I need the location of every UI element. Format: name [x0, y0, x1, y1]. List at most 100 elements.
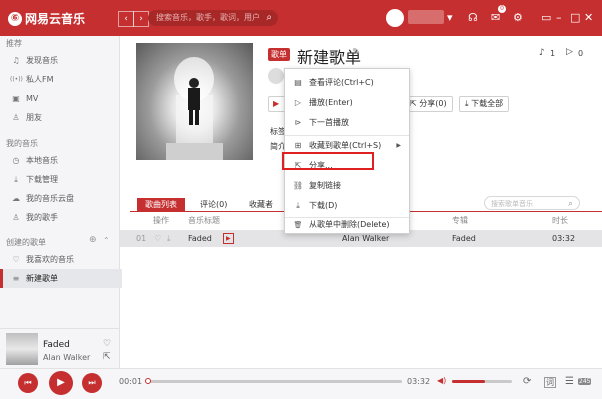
menu-item-label: 从歌单中删除(Delete) [309, 220, 390, 229]
search-icon[interactable]: ⌕ [568, 197, 573, 211]
cloud-icon: ☁ [12, 194, 20, 203]
sidebar-item-local[interactable]: ◷ 本地音乐 [0, 151, 119, 170]
column-header-title[interactable]: 音乐标题 [188, 215, 220, 226]
play-next-icon: ⊳ [294, 118, 302, 127]
playlist-search-placeholder: 搜索歌单音乐 [491, 200, 533, 208]
netease-logo-icon: ⑥ [8, 11, 22, 26]
repeat-mode-icon[interactable]: ⟳ [523, 376, 531, 387]
menu-item-delete[interactable]: 🗑 从歌单中删除(Delete) [285, 215, 409, 235]
like-icon[interactable]: ♡ [103, 339, 111, 349]
menu-item-view-comments[interactable]: ▤ 查看评论(Ctrl+C) [285, 73, 409, 93]
collapse-icon[interactable]: ⌃ [103, 236, 110, 245]
message-icon[interactable]: ✉ [491, 11, 500, 24]
column-header-actions: 操作 [153, 216, 169, 225]
artist-icon: ♙ [12, 213, 20, 222]
play-count-icon: ▷ [566, 47, 573, 57]
creator-avatar[interactable] [268, 68, 284, 84]
comment-icon: ▤ [294, 78, 302, 87]
minimize-icon[interactable]: – [556, 11, 562, 24]
volume-fill [452, 380, 485, 383]
sidebar-item-label: 我的音乐云盘 [26, 194, 74, 203]
menu-item-label: 查看评论(Ctrl+C) [309, 78, 374, 87]
sidebar-item-artists[interactable]: ♙ 我的歌手 [0, 208, 119, 227]
download-icon[interactable]: ⤓ [167, 234, 171, 244]
progress-handle[interactable] [145, 378, 151, 384]
mini-mode-icon[interactable]: ▭ [541, 11, 551, 24]
search-input[interactable]: 搜索音乐，歌手，歌词，用户 ⌕ [148, 10, 278, 26]
share-playlist-button[interactable]: ⇱ 分享(0) [404, 96, 453, 112]
mv-badge-icon[interactable]: ▶ [223, 233, 234, 244]
button-label: 下载全部 [471, 99, 504, 108]
user-name-blurred[interactable] [408, 10, 444, 24]
skin-icon[interactable]: ☊ [468, 11, 478, 24]
next-button[interactable]: ⏭ [82, 373, 102, 393]
column-header-album[interactable]: 专辑 [452, 215, 468, 226]
share-icon[interactable]: ⇱ [103, 352, 111, 362]
trash-icon: 🗑 [293, 221, 303, 229]
sidebar-section-mymusic: 我的音乐 [6, 139, 38, 148]
title-bar [0, 0, 602, 36]
friends-icon: ♙ [12, 113, 20, 122]
sidebar-item-label: 私人FM [26, 75, 54, 84]
sidebar-item-fm[interactable]: ((•)) 私人FM [0, 70, 119, 89]
previous-button[interactable]: ⏮ [18, 373, 38, 393]
submenu-arrow-icon: ▶ [396, 142, 401, 149]
sidebar-section-recommend: 推荐 [6, 39, 22, 48]
sidebar-item-downloads[interactable]: ⤓ 下载管理 [0, 170, 119, 189]
app-name: 网易云音乐 [25, 12, 86, 26]
sidebar-item-discover[interactable]: ♫ 发现音乐 [0, 51, 119, 70]
app-logo[interactable]: ⑥ 网易云音乐 [8, 10, 85, 27]
sidebar-item-cloud[interactable]: ☁ 我的音乐云盘 [0, 189, 119, 208]
edit-icon[interactable]: ✎ [352, 47, 360, 58]
add-playlist-icon[interactable]: ⊕ [89, 235, 97, 245]
search-placeholder: 搜索音乐，歌手，歌词，用户 [156, 13, 260, 22]
chevron-down-icon[interactable]: ▾ [447, 11, 453, 24]
sidebar-item-liked[interactable]: ♡ 我喜欢的音乐 [0, 250, 119, 269]
progress-bar[interactable] [146, 380, 402, 383]
close-icon[interactable]: ✕ [584, 11, 593, 24]
now-playing-title[interactable]: Faded [43, 340, 70, 350]
forward-button[interactable]: › [133, 11, 149, 27]
play-button[interactable]: ▶ [49, 371, 73, 395]
song-count: 1 [550, 49, 556, 58]
sidebar-item-label: 新建歌单 [26, 274, 58, 283]
user-avatar[interactable] [386, 9, 404, 27]
sidebar-item-label: 下载管理 [26, 175, 58, 184]
maximize-icon[interactable]: □ [570, 11, 580, 24]
menu-item-play[interactable]: ▷ 播放(Enter) [285, 93, 409, 113]
menu-item-download[interactable]: ⤓ 下载(D) [285, 196, 409, 216]
play-icon: ▶ [273, 99, 280, 108]
tab-comments[interactable]: 评论(0) [192, 198, 235, 211]
playlist-tag: 歌单 [268, 48, 290, 61]
download-icon: ⤓ [296, 201, 300, 210]
lyrics-icon[interactable]: 词 [544, 377, 556, 388]
row-album[interactable]: Faded [452, 234, 476, 243]
sidebar-item-mv[interactable]: ▣ MV [0, 89, 119, 108]
now-playing-artist[interactable]: Alan Walker [43, 353, 90, 362]
tab-songs[interactable]: 歌曲列表 [137, 198, 185, 211]
heart-icon[interactable]: ♡ [154, 234, 161, 243]
menu-item-label: 下载(D) [309, 201, 338, 210]
row-title[interactable]: Faded [188, 234, 212, 243]
settings-icon[interactable]: ⚙ [513, 11, 523, 24]
menu-item-play-next[interactable]: ⊳ 下一首播放 [285, 113, 409, 133]
column-header-duration[interactable]: 时长 [552, 215, 568, 226]
now-playing-cover[interactable] [6, 333, 38, 365]
sidebar-item-label: 我的歌手 [26, 213, 58, 222]
clock-icon: ◷ [12, 156, 20, 165]
sidebar-item-label: 发现音乐 [26, 56, 58, 65]
menu-item-copy-link[interactable]: ⛓ 复制链接 [285, 176, 409, 196]
link-icon: ⛓ [292, 181, 304, 190]
sidebar-item-new-playlist[interactable]: ≡ 新建歌单 [0, 269, 122, 288]
search-icon[interactable]: ⌕ [266, 10, 272, 26]
button-label: 分享(0) [419, 99, 447, 108]
playlist-icon[interactable]: ☰ [565, 376, 574, 387]
row-artist[interactable]: Alan Walker [342, 234, 389, 243]
download-all-button[interactable]: ⤓ 下载全部 [459, 96, 510, 112]
playlist-search-input[interactable]: 搜索歌单音乐 ⌕ [484, 196, 580, 210]
volume-icon[interactable]: ◀) [437, 376, 446, 385]
tab-collectors[interactable]: 收藏者 [241, 198, 281, 211]
back-button[interactable]: ‹ [118, 11, 134, 27]
sidebar-item-friends[interactable]: ♙ 朋友 [0, 108, 119, 127]
heart-icon: ♡ [12, 255, 20, 264]
